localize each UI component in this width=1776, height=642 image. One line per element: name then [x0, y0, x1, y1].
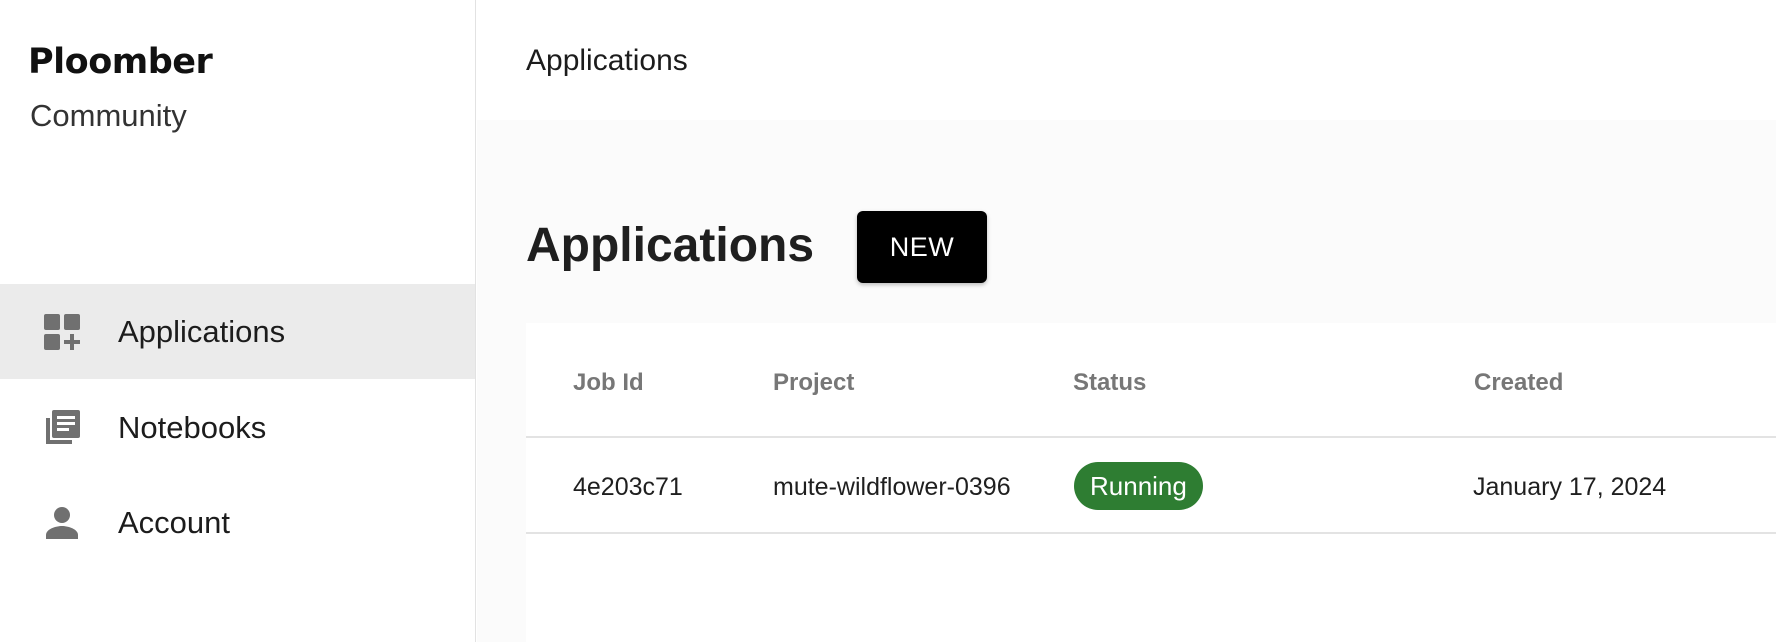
column-header-created[interactable]: Created [1474, 369, 1563, 397]
library-books-icon [42, 408, 82, 448]
person-icon [42, 503, 82, 543]
page-title: Applications [526, 219, 815, 272]
sidebar-item-label: Account [118, 504, 231, 540]
top-bar-title: Applications [526, 44, 688, 77]
column-header-status[interactable]: Status [1073, 369, 1146, 397]
add-dashboard-icon [42, 312, 82, 352]
sidebar-item-label: Notebooks [118, 409, 267, 445]
column-header-job-id[interactable]: Job Id [573, 369, 644, 397]
column-header-project[interactable]: Project [773, 369, 854, 397]
sidebar-item-notebooks[interactable]: Notebooks [0, 380, 475, 475]
job-id-cell: 4e203c71 [573, 473, 683, 501]
status-badge: Running [1074, 462, 1203, 510]
top-bar: Applications [477, 0, 1776, 120]
created-cell: January 17, 2024 [1473, 473, 1667, 501]
main-content: Applications NEW Job Id Project Status C… [477, 120, 1776, 642]
brand-name: Ploomber [28, 42, 213, 82]
sidebar: Ploomber Community Applications Notebook… [0, 0, 476, 642]
sidebar-item-applications[interactable]: Applications [0, 284, 475, 379]
new-application-button[interactable]: NEW [857, 211, 987, 283]
sidebar-item-account[interactable]: Account [0, 475, 475, 570]
brand-edition: Community [30, 98, 187, 133]
table-header: Job Id Project Status Created [526, 323, 1776, 438]
table-row[interactable]: 4e203c71 mute-wildflower-0396 Running Ja… [526, 438, 1776, 534]
applications-table: Job Id Project Status Created 4e203c71 m… [526, 323, 1776, 642]
project-cell[interactable]: mute-wildflower-0396 [773, 473, 1025, 502]
sidebar-item-label: Applications [118, 313, 286, 349]
